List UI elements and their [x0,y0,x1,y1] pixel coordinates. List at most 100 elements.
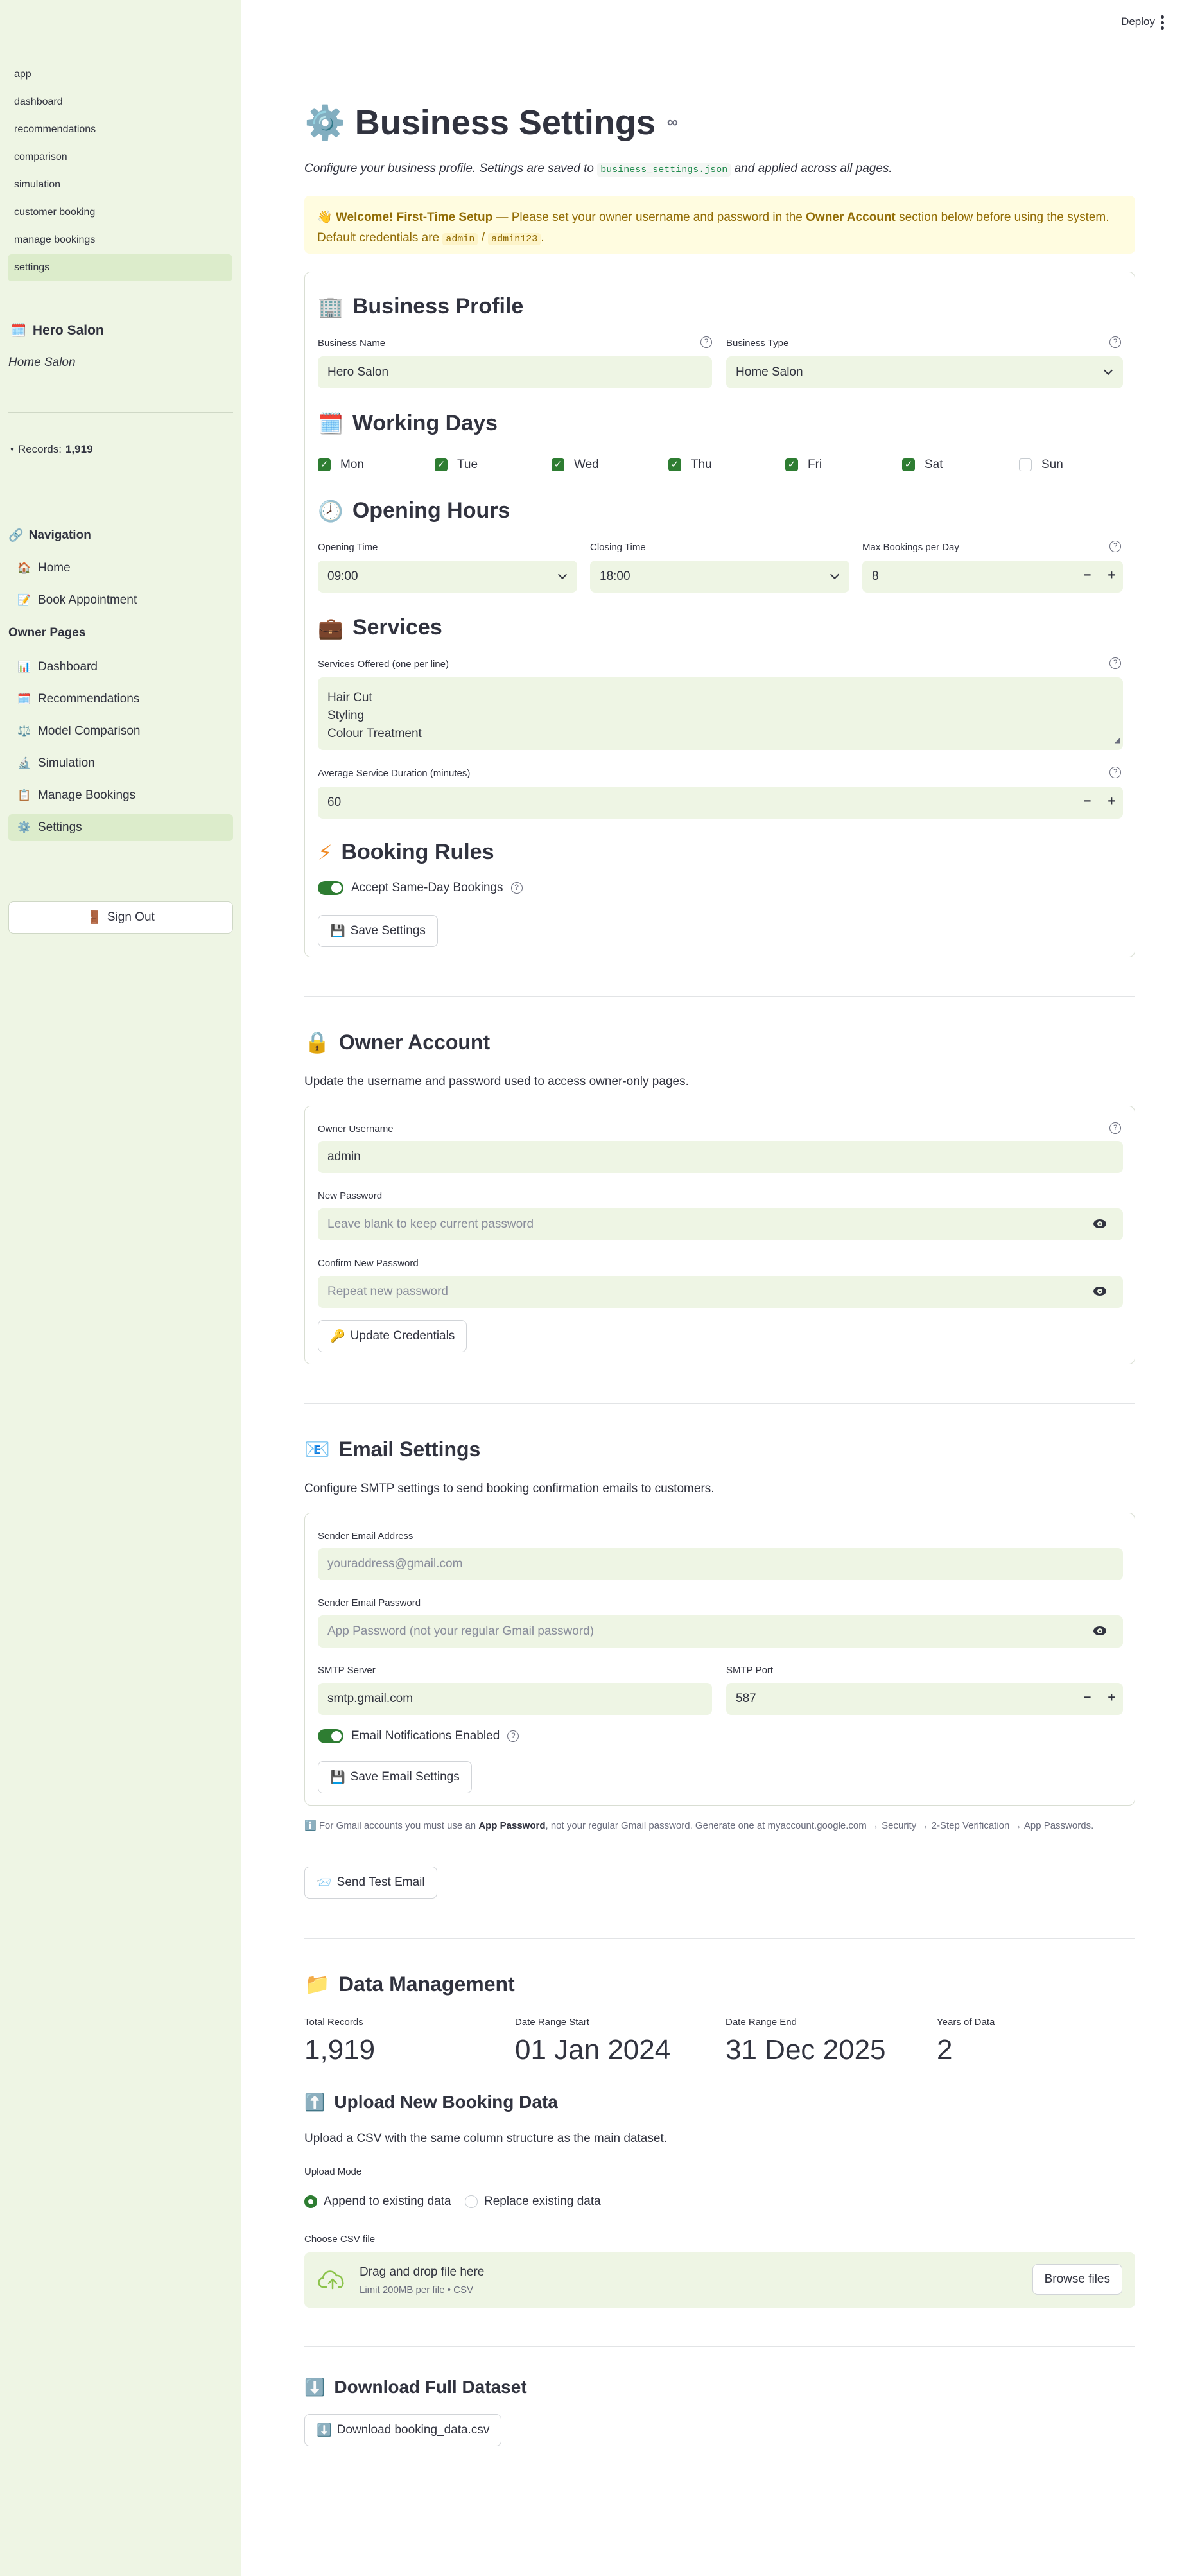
day-checkbox-sat[interactable]: ✓ Sat [902,458,943,472]
file-upload-label: Choose CSV file [304,2234,376,2245]
anchor-link-icon[interactable]: ∞ [667,114,678,132]
page-link-app[interactable]: app [8,61,232,88]
owner-account-heading: 🔒 Owner Account [304,1030,490,1054]
confirm-password-input[interactable]: Repeat new password [318,1276,1123,1308]
deploy-button[interactable]: Deploy [1121,15,1155,28]
section-divider [304,1403,1135,1404]
section-title: Email Settings [338,1437,481,1461]
email-notifications-toggle[interactable]: Email Notifications Enabled ? [318,1729,519,1743]
help-icon[interactable]: ? [1109,1122,1121,1134]
sender-email-input[interactable]: youraddress@gmail.com [318,1548,1123,1580]
business-type-select[interactable]: Home Salon [726,356,1123,388]
button-label: Browse files [1044,2272,1110,2286]
increment-button[interactable]: + [1108,1691,1115,1705]
business-heading: 🗓️ Hero Salon [10,322,104,338]
opening-time-select[interactable]: 09:00 [318,561,577,593]
send-test-email-button[interactable]: 📨 Send Test Email [304,1867,437,1899]
nav-item-model-comparison[interactable]: ⚖️ Model Comparison [8,718,233,745]
save-settings-button[interactable]: 💾 Save Settings [318,915,438,947]
update-credentials-button[interactable]: 🔑 Update Credentials [318,1320,467,1352]
same-day-toggle[interactable]: Accept Same-Day Bookings ? [318,881,523,895]
business-name-input[interactable]: Hero Salon [318,356,712,388]
confirm-password-placeholder: Repeat new password [327,1285,448,1298]
decrement-button[interactable]: − [1084,794,1091,809]
help-icon[interactable]: ? [700,336,712,348]
page-link-customer-booking[interactable]: customer booking [8,199,232,226]
help-icon[interactable]: ? [1109,767,1121,778]
download-dataset-button[interactable]: ⬇️ Download booking_data.csv [304,2414,502,2446]
owner-account-form: Owner Username ? admin New Password Leav… [304,1106,1135,1364]
file-dropzone[interactable]: Drag and drop file here Limit 200MB per … [304,2252,1135,2308]
section-title: Working Days [352,411,498,435]
sidebar: app dashboard recommendations comparison… [0,0,241,2576]
radio-label: Replace existing data [484,2195,601,2208]
page-link-dashboard[interactable]: dashboard [8,89,232,116]
day-checkbox-sun[interactable]: Sun [1019,458,1063,472]
nav-item-label: Dashboard [38,660,98,674]
section-title: Booking Rules [341,840,494,864]
sender-email-placeholder: youraddress@gmail.com [327,1557,463,1571]
section-title: Business Profile [352,294,524,318]
nav-item-book-appointment[interactable]: 📝 Book Appointment [8,587,233,614]
closing-time-select[interactable]: 18:00 [590,561,849,593]
new-password-input[interactable]: Leave blank to keep current password [318,1208,1123,1240]
page-link-settings[interactable]: settings [8,254,232,281]
checkbox-checked-icon: ✓ [668,458,681,471]
toggle-switch[interactable] [318,1729,343,1743]
sender-password-input[interactable]: App Password (not your regular Gmail pas… [318,1615,1123,1648]
increment-button[interactable]: + [1108,794,1115,809]
help-icon[interactable]: ? [1109,657,1121,669]
gear-icon: ⚙️ [304,104,346,142]
smtp-server-input[interactable]: smtp.gmail.com [318,1683,712,1715]
help-icon[interactable]: ? [1109,541,1121,552]
max-bookings-input[interactable]: 8 − + [862,561,1123,593]
save-email-settings-button[interactable]: 💾 Save Email Settings [318,1761,472,1793]
nav-item-home[interactable]: 🏠 Home [8,555,233,582]
more-menu-icon[interactable] [1160,15,1164,30]
page-link-simulation[interactable]: simulation [8,171,232,198]
radio-replace[interactable]: Replace existing data [465,2195,601,2209]
smtp-port-label: SMTP Port [726,1665,774,1676]
page-link-recommendations[interactable]: recommendations [8,116,232,143]
nav-item-manage-bookings[interactable]: 📋 Manage Bookings [8,782,233,809]
sign-out-button[interactable]: 🚪 Sign Out [8,901,233,934]
day-checkbox-fri[interactable]: ✓ Fri [785,458,822,472]
services-offered-textarea[interactable]: Hair Cut Styling Colour Treatment ◢ [318,677,1123,750]
nav-item-dashboard[interactable]: 📊 Dashboard [8,654,233,681]
owner-account-desc: Update the username and password used to… [304,1075,689,1088]
smtp-port-input[interactable]: 587 − + [726,1683,1123,1715]
download-heading: ⬇️ Download Full Dataset [304,2377,527,2398]
resize-handle-icon[interactable]: ◢ [1115,731,1120,749]
new-password-placeholder: Leave blank to keep current password [327,1217,534,1231]
confirm-password-label: Confirm New Password [318,1258,419,1269]
service-duration-input[interactable]: 60 − + [318,787,1123,819]
day-checkbox-mon[interactable]: ✓ Mon [318,458,364,472]
day-checkbox-wed[interactable]: ✓ Wed [552,458,599,472]
nav-item-simulation[interactable]: 🔬 Simulation [8,750,233,777]
sign-out-label: Sign Out [107,910,155,924]
decrement-button[interactable]: − [1084,1691,1091,1705]
business-type-value: Home Salon [736,365,803,379]
show-password-icon[interactable] [1093,1219,1106,1228]
help-icon[interactable]: ? [510,882,523,894]
show-password-icon[interactable] [1093,1287,1106,1296]
increment-button[interactable]: + [1108,568,1115,583]
day-checkbox-thu[interactable]: ✓ Thu [668,458,712,472]
owner-username-input[interactable]: admin [318,1141,1123,1173]
upload-desc: Upload a CSV with the same column struct… [304,2132,667,2145]
day-checkbox-tue[interactable]: ✓ Tue [435,458,478,472]
toggle-switch[interactable] [318,881,343,895]
nav-item-settings[interactable]: ⚙️ Settings [8,814,233,841]
help-icon[interactable]: ? [1109,336,1121,348]
nav-item-recommendations[interactable]: 🗓️ Recommendations [8,686,233,713]
show-password-icon[interactable] [1093,1626,1106,1635]
page-link-manage-bookings[interactable]: manage bookings [8,227,232,254]
business-name-label: Business Name [318,338,386,349]
owner-pages-heading: Owner Pages [8,626,86,640]
browse-files-button[interactable]: Browse files [1032,2264,1122,2295]
page-link-comparison[interactable]: comparison [8,144,232,171]
decrement-button[interactable]: − [1084,568,1091,583]
radio-append[interactable]: Append to existing data [304,2195,451,2209]
day-label: Thu [691,458,712,471]
help-icon[interactable]: ? [507,1730,519,1742]
